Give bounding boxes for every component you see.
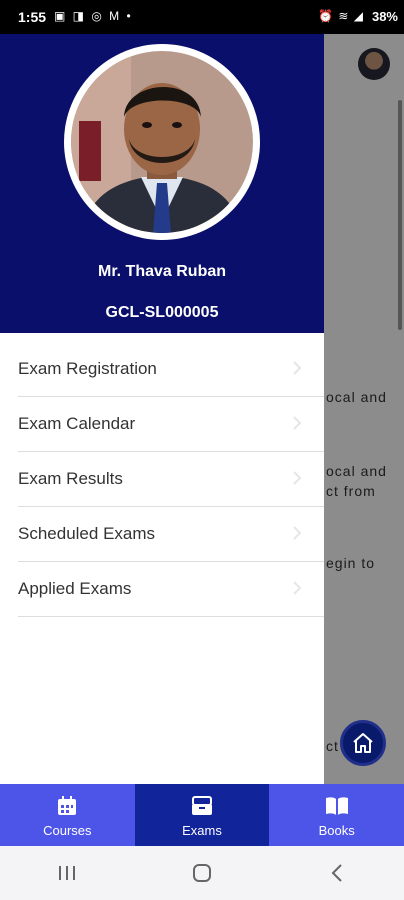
tab-label: Exams <box>182 822 222 838</box>
system-status-icons: ⏰ ≋ ◢ <box>318 9 364 23</box>
menu-item-label: Scheduled Exams <box>18 524 156 543</box>
home-icon <box>353 733 373 753</box>
profile-avatar <box>64 44 260 240</box>
drawer-menu: Exam Registration Exam Calendar Exam Res… <box>0 342 324 617</box>
menu-item-label: Applied Exams <box>18 579 132 598</box>
tab-label: Courses <box>43 822 92 838</box>
chevron-right-icon <box>293 526 302 540</box>
battery-level: 38% <box>371 9 398 24</box>
menu-item-label: Exam Calendar <box>18 414 136 433</box>
calendar-icon <box>56 793 78 819</box>
back-button[interactable] <box>307 853 367 893</box>
menu-item-exam-registration[interactable]: Exam Registration <box>18 342 324 397</box>
menu-item-exam-results[interactable]: Exam Results <box>18 452 324 507</box>
menu-item-exam-calendar[interactable]: Exam Calendar <box>18 397 324 452</box>
back-icon <box>331 864 342 882</box>
chevron-right-icon <box>293 581 302 595</box>
bottom-navigation: Courses Exams Books <box>0 784 404 846</box>
navigation-drawer: Mr. Thava Ruban GCL-SL000005 Exam Regist… <box>0 34 324 784</box>
tab-books[interactable]: Books <box>269 784 404 846</box>
chevron-right-icon <box>293 416 302 430</box>
menu-item-applied-exams[interactable]: Applied Exams <box>18 562 324 617</box>
home-system-button[interactable] <box>172 853 232 893</box>
profile-name: Mr. Thava Ruban <box>97 263 227 280</box>
menu-item-label: Exam Results <box>18 469 123 488</box>
recent-apps-icon <box>59 866 76 880</box>
profile-photo <box>71 51 253 233</box>
open-book-icon <box>324 793 350 819</box>
notification-icons: ▣ ◨ ◎ M • <box>54 9 133 23</box>
tab-label: Books <box>318 822 355 838</box>
chevron-right-icon <box>293 471 302 485</box>
home-circle-icon <box>192 864 211 882</box>
system-navigation-bar <box>0 846 404 900</box>
scrollbar[interactable] <box>398 100 402 330</box>
recent-apps-button[interactable] <box>37 853 97 893</box>
chevron-right-icon <box>293 361 302 375</box>
home-button[interactable] <box>340 720 386 766</box>
menu-item-label: Exam Registration <box>18 359 157 378</box>
tab-exams[interactable]: Exams <box>134 784 270 846</box>
profile-id: GCL-SL000005 <box>105 304 219 321</box>
status-bar: 1:55 ▣ ◨ ◎ M • ⏰ ≋ ◢ 38% <box>0 0 404 34</box>
drawer-header: Mr. Thava Ruban GCL-SL000005 <box>0 34 324 333</box>
tab-courses[interactable]: Courses <box>0 784 135 846</box>
menu-item-scheduled-exams[interactable]: Scheduled Exams <box>18 507 324 562</box>
status-time: 1:55 <box>18 9 47 25</box>
archive-box-icon <box>190 793 214 819</box>
